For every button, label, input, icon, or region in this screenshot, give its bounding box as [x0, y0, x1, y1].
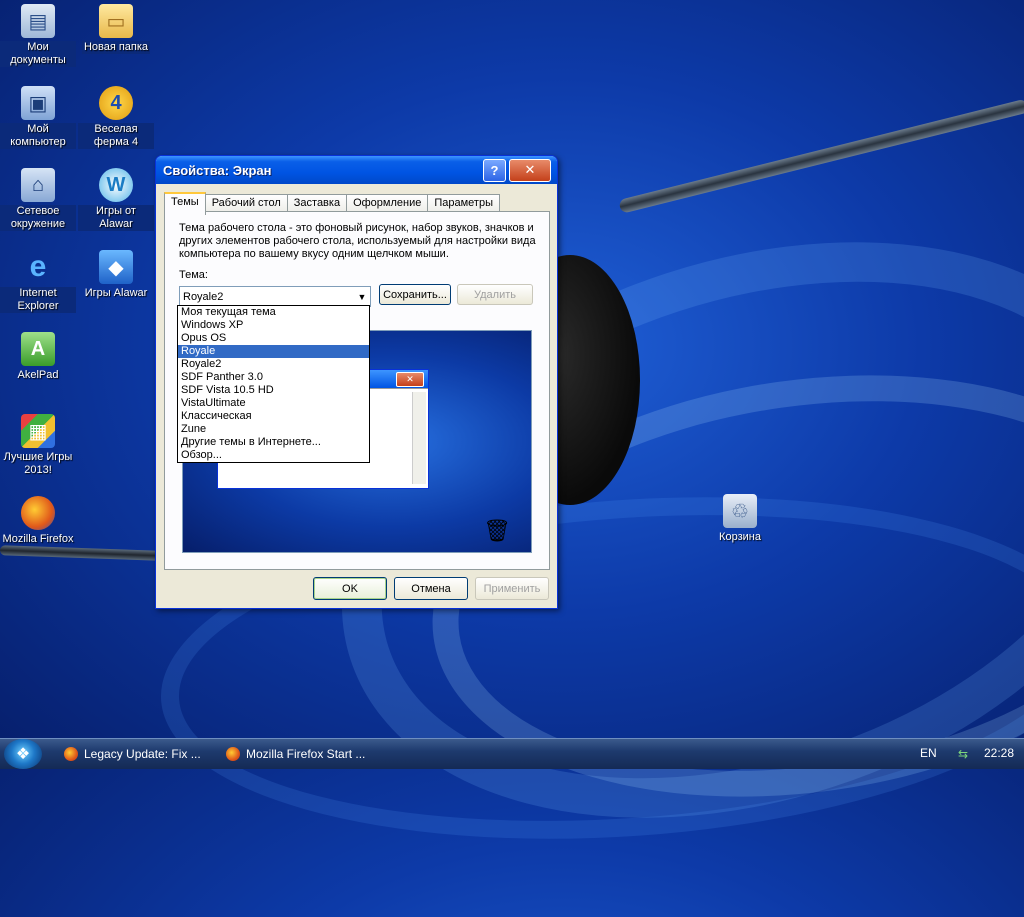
ok-button[interactable]: OK: [313, 577, 387, 600]
theme-option[interactable]: Royale2: [178, 358, 369, 371]
desktop-icon-my-documents[interactable]: ▤ Мои документы: [0, 4, 76, 67]
my-documents-icon: ▤: [21, 4, 55, 38]
desktop-icon-label: Игры Alawar: [84, 287, 148, 299]
folder-icon: ▭: [99, 4, 133, 38]
desktop-icon-best-games[interactable]: ▦ Лучшие Игры 2013!: [0, 414, 76, 477]
taskbar: ❖ Legacy Update: Fix ... Mozilla Firefox…: [0, 738, 1024, 769]
taskbar-item-legacy-update[interactable]: Legacy Update: Fix ...: [64, 743, 214, 765]
desktop-icon-firefox[interactable]: Mozilla Firefox: [0, 496, 76, 546]
preview-recycle-bin-icon: 🗑: [483, 518, 511, 543]
theme-option[interactable]: Моя текущая тема: [178, 306, 369, 319]
my-computer-icon: ▣: [21, 86, 55, 120]
desktop-icon-akelpad[interactable]: A AkelPad: [0, 332, 76, 382]
windows-logo-icon: ❖: [15, 746, 31, 763]
desktop-icon-network[interactable]: ⌂ Сетевое окружение: [0, 168, 76, 231]
help-button[interactable]: ?: [483, 158, 506, 182]
close-icon: ✕: [524, 162, 536, 177]
help-icon: ?: [490, 162, 499, 178]
theme-option[interactable]: Другие темы в Интернете...: [178, 436, 369, 449]
theme-option[interactable]: Zune: [178, 423, 369, 436]
themes-description: Тема рабочего стола - это фоновый рисуно…: [179, 222, 536, 260]
language-indicator[interactable]: EN: [920, 746, 937, 760]
firefox-icon: [21, 496, 55, 530]
wallpaper-cable: [0, 545, 161, 561]
desktop-icon-label: Mozilla Firefox: [2, 533, 74, 545]
theme-label: Тема:: [179, 269, 208, 281]
desktop-icon-internet-explorer[interactable]: e Internet Explorer: [0, 250, 76, 313]
alawar-games-icon: ◆: [99, 250, 133, 284]
network-icon: ⌂: [21, 168, 55, 202]
close-button[interactable]: ✕: [509, 158, 551, 182]
theme-option-highlighted[interactable]: Royale: [178, 345, 369, 358]
desktop-icon-label: AkelPad: [17, 369, 59, 381]
taskbar-clock[interactable]: 22:28: [984, 746, 1014, 760]
desktop-icon-label: Корзина: [719, 531, 761, 543]
desktop-icon-my-computer[interactable]: ▣ Мой компьютер: [0, 86, 76, 149]
desktop-icon-new-folder[interactable]: ▭ Новая папка: [78, 4, 154, 54]
theme-select[interactable]: Royale2 ▼: [179, 286, 371, 307]
desktop-icon-label: Internet Explorer: [0, 287, 76, 313]
farm-game-icon: 4: [99, 86, 133, 120]
wallpaper-cable: [618, 98, 1024, 214]
best-games-icon: ▦: [21, 414, 55, 448]
theme-option[interactable]: SDF Panther 3.0: [178, 371, 369, 384]
theme-option[interactable]: VistaUltimate: [178, 397, 369, 410]
save-theme-button[interactable]: Сохранить...: [379, 284, 451, 305]
start-button[interactable]: ❖: [4, 739, 42, 769]
akelpad-icon: A: [21, 332, 55, 366]
taskbar-item-label: Mozilla Firefox Start ...: [246, 747, 366, 761]
preview-close-icon: ✕: [396, 371, 424, 387]
alawar-icon: W: [99, 168, 133, 202]
desktop-icon-label: Игры от Alawar: [78, 205, 154, 231]
internet-explorer-icon: e: [29, 250, 47, 283]
desktop-icon-label: Лучшие Игры 2013!: [3, 451, 73, 476]
desktop-icon-alawar[interactable]: W Игры от Alawar: [78, 168, 154, 231]
desktop-icon-alawar-games[interactable]: ◆ Игры Alawar: [78, 250, 154, 300]
apply-button[interactable]: Применить: [475, 577, 549, 600]
theme-select-value: Royale2: [183, 290, 224, 303]
desktop-icon-label: Новая папка: [81, 41, 151, 54]
chevron-down-icon[interactable]: ▼: [354, 292, 370, 302]
firefox-icon: [64, 747, 78, 761]
desktop-icon-label: Мои документы: [0, 41, 76, 67]
desktop-icon-label: Веселая ферма 4: [78, 123, 154, 149]
tray-network-icon[interactable]: ⇆: [958, 747, 972, 761]
taskbar-item-label: Legacy Update: Fix ...: [84, 747, 201, 761]
firefox-icon: [226, 747, 240, 761]
desktop-icon-label: Сетевое окружение: [0, 205, 76, 231]
delete-theme-button[interactable]: Удалить: [457, 284, 533, 305]
theme-option[interactable]: Windows XP: [178, 319, 369, 332]
tab-themes[interactable]: Темы: [164, 192, 206, 215]
preview-scrollbar: [412, 392, 426, 484]
theme-option[interactable]: SDF Vista 10.5 HD: [178, 384, 369, 397]
cancel-button[interactable]: Отмена: [394, 577, 468, 600]
theme-option[interactable]: Opus OS: [178, 332, 369, 345]
dialog-title: Свойства: Экран: [163, 162, 272, 178]
theme-dropdown-list: Моя текущая тема Windows XP Opus OS Roya…: [177, 305, 370, 463]
desktop-icon-farm[interactable]: 4 Веселая ферма 4: [78, 86, 154, 149]
desktop-icon-recycle-bin[interactable]: ♲ Корзина: [702, 494, 778, 544]
theme-option[interactable]: Обзор...: [178, 449, 369, 462]
taskbar-item-firefox-start[interactable]: Mozilla Firefox Start ...: [226, 743, 376, 765]
recycle-bin-icon: ♲: [723, 494, 757, 528]
desktop-icon-label: Мой компьютер: [0, 123, 76, 149]
theme-option[interactable]: Классическая: [178, 410, 369, 423]
dialog-titlebar[interactable]: Свойства: Экран ? ✕: [156, 156, 557, 184]
